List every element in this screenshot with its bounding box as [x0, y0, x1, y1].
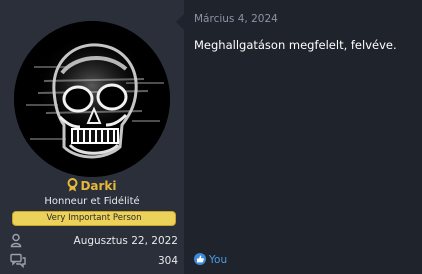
post-body: Meghallgatáson megfelelt, felvéve. [194, 38, 397, 52]
user-icon [10, 233, 22, 248]
joined-row: Augusztus 22, 2022 [10, 233, 178, 251]
skull-image [14, 21, 170, 177]
username-text[interactable]: Darki [80, 179, 116, 193]
user-banner: Very Important Person [12, 211, 176, 226]
message-count: 304 [157, 255, 178, 267]
joined-date: Augusztus 22, 2022 [73, 235, 178, 247]
reactions-text[interactable]: You [209, 254, 227, 266]
username[interactable]: Darki [0, 178, 184, 196]
chat-bubbles-icon [10, 253, 26, 269]
post-date[interactable]: Március 4, 2024 [194, 13, 278, 25]
messages-row: 304 [10, 253, 178, 271]
sidebar-arrow [176, 14, 184, 30]
avatar[interactable] [14, 21, 170, 177]
like-icon [194, 253, 206, 265]
user-title: Honneur et Fidélité [44, 196, 140, 207]
award-ribbon-icon [67, 178, 78, 192]
reactions-bar[interactable]: You [194, 253, 227, 267]
